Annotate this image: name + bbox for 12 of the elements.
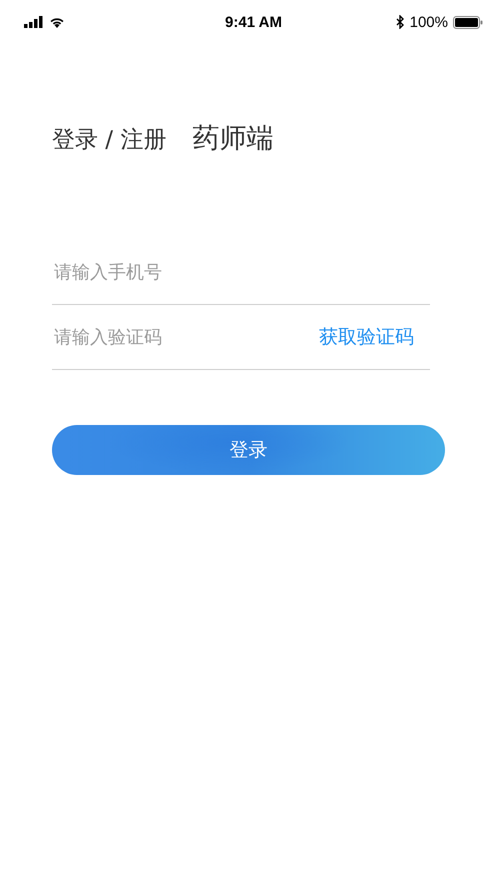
battery-icon [453, 16, 483, 28]
wifi-icon [49, 16, 65, 28]
login-button[interactable]: 登录 [52, 425, 445, 475]
get-code-link[interactable]: 获取验证码 [319, 324, 430, 350]
signal-icon [24, 16, 44, 28]
code-input-field[interactable]: 请输入验证码 [52, 317, 276, 357]
phone-input-field[interactable]: 请输入手机号 [52, 252, 276, 292]
pharmacist-title: 药师端 [192, 122, 274, 156]
login-register-title: 登录 / 注册 [52, 126, 166, 155]
battery-percent: 100% [410, 14, 448, 30]
bluetooth-icon [396, 15, 405, 29]
status-time: 9:41 AM [225, 14, 282, 30]
